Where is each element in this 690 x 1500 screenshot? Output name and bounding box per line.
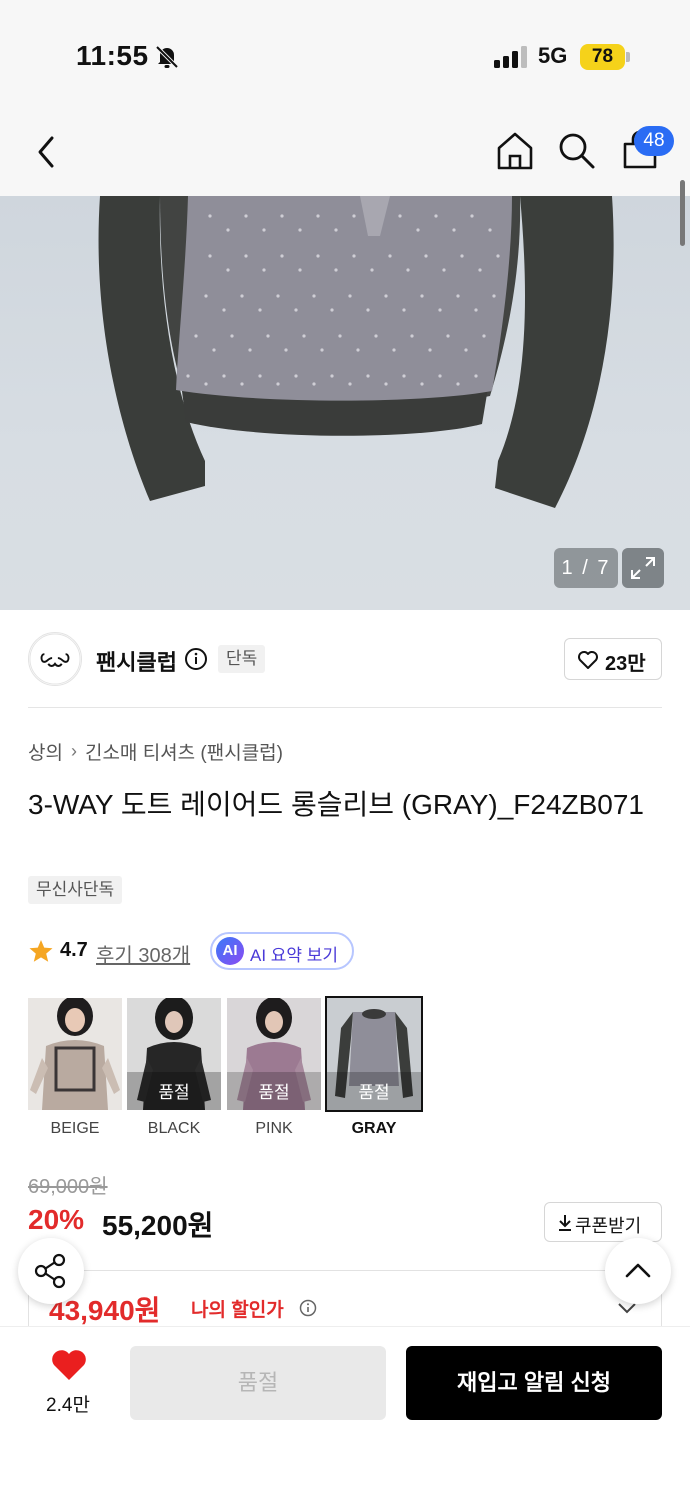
network-type: 5G xyxy=(538,43,568,68)
coupon-download-button[interactable]: 쿠폰받기 xyxy=(544,1202,662,1242)
product-title: 3-WAY 도트 레이어드 롱슬리브 (GRAY)_F24ZB071 xyxy=(28,789,645,820)
brand-exclusive-tag: 단독 xyxy=(218,645,266,673)
my-discount-label: 나의 할인가 xyxy=(191,1300,284,1321)
battery-level: 78 xyxy=(591,46,614,67)
color-option-gray[interactable]: 품절 xyxy=(325,996,423,1112)
color-soldout-label: 품절 xyxy=(358,1083,390,1102)
soldout-button[interactable]: 품절 xyxy=(130,1346,386,1420)
status-bar: 11:55 5G 78 xyxy=(0,0,690,110)
breadcrumb: 상의 › 긴소매 티셔츠 (팬시클럽) xyxy=(28,738,283,765)
color-label-pink: PINK xyxy=(255,1120,293,1137)
color-option-pink[interactable]: 품절 xyxy=(227,998,321,1110)
breadcrumb-category[interactable]: 상의 xyxy=(28,738,63,765)
divider xyxy=(28,707,662,708)
page-scrollbar[interactable] xyxy=(680,180,685,246)
battery-icon: 78 xyxy=(580,44,630,70)
restock-alert-button[interactable]: 재입고 알림 신청 xyxy=(406,1346,662,1420)
ai-summary-label: AI 요약 보기 xyxy=(250,946,339,965)
cart-count-badge: 48 xyxy=(634,126,674,156)
status-time: 11:55 xyxy=(76,40,149,71)
back-arrow-icon[interactable] xyxy=(30,130,66,174)
signal-icon xyxy=(494,46,527,68)
brand-logo[interactable] xyxy=(28,632,82,686)
brand-like-button[interactable]: 23만 xyxy=(564,638,662,680)
chevron-up-icon xyxy=(625,1263,651,1278)
rating-value: 4.7 xyxy=(60,939,88,961)
top-bar: 11:55 5G 78 48 xyxy=(0,0,690,196)
discount-rate: 20% xyxy=(28,1204,85,1235)
search-icon[interactable] xyxy=(556,130,596,170)
chevron-right-icon: › xyxy=(70,741,77,761)
exclusive-badge: 무신사단독 xyxy=(28,876,123,904)
brand-like-count: 23만 xyxy=(605,653,646,675)
ai-summary-button[interactable]: AI AI 요약 보기 xyxy=(210,932,354,970)
download-icon xyxy=(559,1215,571,1231)
home-icon[interactable] xyxy=(494,130,536,172)
heart-filled-icon[interactable] xyxy=(50,1348,88,1382)
expand-icon[interactable] xyxy=(622,548,664,588)
color-option-black[interactable]: 품절 xyxy=(127,998,221,1110)
share-button[interactable] xyxy=(18,1238,84,1304)
brand-name[interactable]: 팬시클럽 xyxy=(96,645,177,677)
info-icon[interactable] xyxy=(184,647,208,671)
color-label-black: BLACK xyxy=(147,1120,201,1137)
original-price: 69,000원 xyxy=(28,1176,108,1198)
wishlist-count: 2.4만 xyxy=(46,1395,90,1416)
coupon-label: 쿠폰받기 xyxy=(575,1216,642,1236)
bell-off-icon xyxy=(155,45,179,69)
breadcrumb-subcategory[interactable]: 긴소매 티셔츠 (팬시클럽) xyxy=(85,738,283,765)
color-soldout-label: 품절 xyxy=(158,1083,190,1102)
share-icon xyxy=(34,1253,66,1289)
scroll-to-top-button[interactable] xyxy=(605,1238,671,1304)
color-label-gray: GRAY xyxy=(351,1120,397,1137)
color-option-beige[interactable] xyxy=(28,998,122,1110)
info-icon[interactable] xyxy=(299,1299,317,1317)
review-count-link[interactable]: 후기 308개 xyxy=(96,939,190,968)
image-counter: 1 / 7 xyxy=(554,548,618,588)
heart-outline-icon xyxy=(578,651,598,669)
color-soldout-label: 품절 xyxy=(258,1083,290,1102)
ai-icon: AI xyxy=(216,937,244,965)
sale-price: 55,200원 xyxy=(102,1210,214,1241)
beige-model-thumbnail xyxy=(28,998,122,1110)
color-label-beige: BEIGE xyxy=(50,1120,100,1137)
star-icon xyxy=(29,940,53,962)
